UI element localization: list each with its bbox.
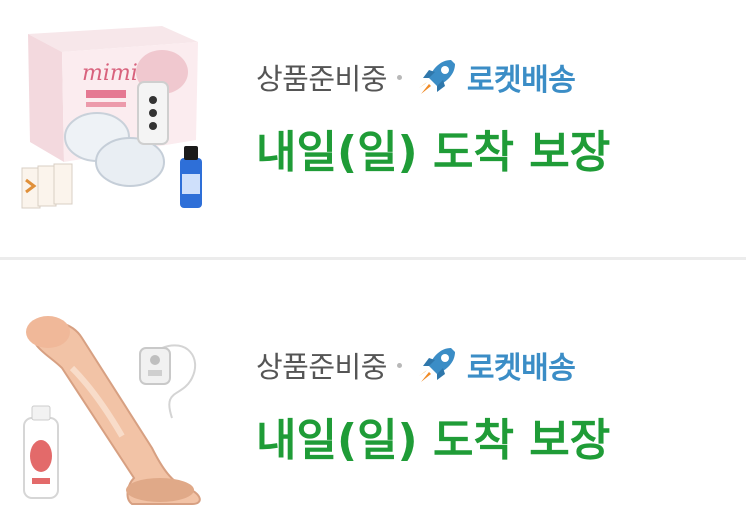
product-thumbnail[interactable]	[12, 308, 212, 508]
order-status: 상품준비중	[256, 350, 387, 384]
product-info: 상품준비중 로켓배송 내일(일) 도착 보장	[256, 340, 726, 468]
product-item[interactable]: 상품준비중 로켓배송 내일(일) 도착 보장	[0, 260, 746, 518]
rocket-delivery-label: 로켓배송	[466, 351, 576, 386]
arrival-guarantee: 내일(일) 도착 보장	[256, 127, 611, 178]
status-line: 상품준비중 로켓배송	[256, 340, 726, 390]
product-thumbnail[interactable]: mimi	[12, 12, 212, 212]
order-product-list: mimi 상품준비중 로켓배송 내일(일) 도착 보장 상품준비중 로켓배송 내…	[0, 0, 746, 519]
order-status: 상품준비중	[256, 62, 387, 96]
product-image	[23, 316, 201, 505]
product-image: mimi	[21, 26, 202, 209]
rocket-icon	[418, 348, 455, 382]
separator-dot	[396, 74, 402, 80]
status-line: 상품준비중 로켓배송	[256, 52, 726, 102]
box-logo-text: mimi	[82, 61, 138, 86]
separator-dot	[396, 362, 402, 368]
rocket-icon	[418, 60, 455, 94]
arrival-guarantee: 내일(일) 도착 보장	[256, 415, 611, 466]
product-item[interactable]: mimi 상품준비중 로켓배송 내일(일) 도착 보장	[0, 0, 746, 260]
rocket-delivery-label: 로켓배송	[466, 63, 576, 98]
product-info: 상품준비중 로켓배송 내일(일) 도착 보장	[256, 52, 726, 180]
